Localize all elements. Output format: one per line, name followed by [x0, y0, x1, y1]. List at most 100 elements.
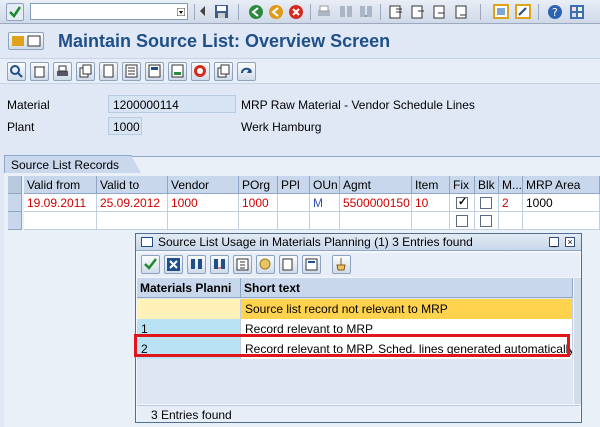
cell-oun[interactable]: M: [310, 194, 340, 212]
empty-cell[interactable]: [97, 212, 168, 230]
toolbar-separator: [480, 4, 481, 20]
exit-icon[interactable]: [267, 3, 285, 21]
copy-as-icon[interactable]: [214, 62, 233, 81]
cell-mrp-area[interactable]: 1000: [523, 194, 600, 212]
select-all-icon[interactable]: [145, 62, 164, 81]
minimize-icon[interactable]: _: [549, 237, 559, 247]
column-header-item[interactable]: Item: [412, 176, 450, 194]
shortcut-icon[interactable]: [514, 3, 532, 21]
row-selector[interactable]: [8, 212, 22, 230]
cell-ppl[interactable]: [278, 194, 310, 212]
toolbar-separator: [310, 4, 311, 20]
column-header-materials-planning[interactable]: Materials Planni: [137, 278, 241, 298]
cell-blk: [475, 212, 499, 230]
empty-cell[interactable]: [523, 212, 600, 230]
cell-m[interactable]: 2: [499, 194, 523, 212]
column-header-valid-to[interactable]: Valid to: [97, 176, 168, 194]
cell-fix: [450, 194, 475, 212]
filter-icon[interactable]: [256, 255, 275, 274]
details-list-icon[interactable]: [302, 255, 321, 274]
material-description: MRP Raw Material - Vendor Schedule Lines: [241, 98, 475, 112]
display-icon[interactable]: [7, 62, 26, 81]
save-icon[interactable]: [213, 3, 231, 21]
close-icon[interactable]: ×: [565, 237, 575, 247]
dropdown-arrow-icon[interactable]: [177, 8, 185, 16]
popup-scrollbar[interactable]: [574, 278, 581, 404]
column-header-m[interactable]: M...: [499, 176, 523, 194]
empty-cell[interactable]: [278, 212, 310, 230]
fix-checkbox[interactable]: [456, 215, 468, 227]
material-field: 1200000114: [108, 95, 236, 113]
column-header-blk[interactable]: Blk: [475, 176, 499, 194]
column-header-short-text[interactable]: Short text: [241, 278, 573, 298]
previous-page-icon[interactable]: [410, 3, 428, 21]
find-icon[interactable]: [337, 3, 355, 21]
sort-icon[interactable]: [233, 255, 252, 274]
cancel-icon[interactable]: [287, 3, 305, 21]
refresh-icon[interactable]: [237, 62, 256, 81]
cell-valid-to[interactable]: 25.09.2012: [97, 194, 168, 212]
cell-blk: [475, 194, 499, 212]
column-header-fix[interactable]: Fix: [450, 176, 475, 194]
next-page-icon[interactable]: [432, 3, 450, 21]
popup-title-bar: Source List Usage in Materials Planning …: [136, 234, 581, 251]
table-title: Source List Records: [4, 155, 132, 173]
empty-cell[interactable]: [239, 212, 278, 230]
cell-vendor[interactable]: 1000: [168, 194, 239, 212]
column-header-mrp-area[interactable]: MRP Area: [523, 176, 600, 194]
column-header-agmt[interactable]: Agmt: [340, 176, 412, 194]
cell-agmt[interactable]: 5500000150: [340, 194, 412, 212]
personalize-icon[interactable]: [332, 255, 351, 274]
cell-valid-from[interactable]: 19.09.2011: [24, 194, 97, 212]
row-selector[interactable]: [8, 194, 22, 212]
generate-icon[interactable]: [191, 62, 210, 81]
column-header-porg[interactable]: POrg: [239, 176, 278, 194]
cancel-x-icon[interactable]: [164, 255, 183, 274]
window-icon: [141, 237, 153, 247]
material-label: Material: [7, 98, 50, 112]
command-field[interactable]: [30, 3, 188, 20]
table-settings-cell[interactable]: [8, 176, 22, 194]
print-list-icon[interactable]: [279, 255, 298, 274]
enter-icon[interactable]: [6, 3, 24, 21]
first-page-icon[interactable]: [388, 3, 406, 21]
back-arrow-icon[interactable]: [199, 3, 207, 21]
find-next-icon[interactable]: [357, 3, 375, 21]
empty-cell[interactable]: [24, 212, 97, 230]
blk-checkbox[interactable]: [480, 197, 492, 209]
delete-icon[interactable]: [30, 62, 49, 81]
list-item-text[interactable]: Source list record not relevant to MRP: [241, 299, 573, 319]
copy-checkmark-icon[interactable]: [141, 255, 160, 274]
new-entries-icon[interactable]: [99, 62, 118, 81]
cell-fix: [450, 212, 475, 230]
blk-checkbox[interactable]: [480, 215, 492, 227]
find-binoculars-icon[interactable]: [187, 255, 206, 274]
empty-cell[interactable]: [310, 212, 340, 230]
back-icon[interactable]: [247, 3, 265, 21]
cell-item[interactable]: 10: [412, 194, 450, 212]
empty-cell[interactable]: [168, 212, 239, 230]
customize-layout-icon[interactable]: [568, 3, 586, 21]
print-preview-icon[interactable]: [53, 62, 72, 81]
deselect-all-icon[interactable]: [168, 62, 187, 81]
empty-cell[interactable]: [340, 212, 412, 230]
last-page-icon[interactable]: [454, 3, 472, 21]
cell-porg[interactable]: 1000: [239, 194, 278, 212]
help-icon[interactable]: ?: [546, 3, 564, 21]
column-header-oun[interactable]: OUn: [310, 176, 340, 194]
copy-icon[interactable]: [76, 62, 95, 81]
list-item-code[interactable]: [137, 299, 241, 319]
print-icon[interactable]: [315, 3, 333, 21]
application-toolbar: [0, 58, 600, 84]
menu-icon[interactable]: [8, 32, 44, 50]
find-next-binoculars-icon[interactable]: [210, 255, 229, 274]
toolbar-separator: [238, 4, 239, 20]
fix-checkbox[interactable]: [456, 195, 468, 209]
column-header-valid-from[interactable]: Valid from: [24, 176, 97, 194]
column-header-ppl[interactable]: PPl: [278, 176, 310, 194]
empty-cell[interactable]: [412, 212, 450, 230]
new-session-icon[interactable]: [492, 3, 510, 21]
column-header-vendor[interactable]: Vendor: [168, 176, 239, 194]
details-icon[interactable]: [122, 62, 141, 81]
empty-cell[interactable]: [499, 212, 523, 230]
